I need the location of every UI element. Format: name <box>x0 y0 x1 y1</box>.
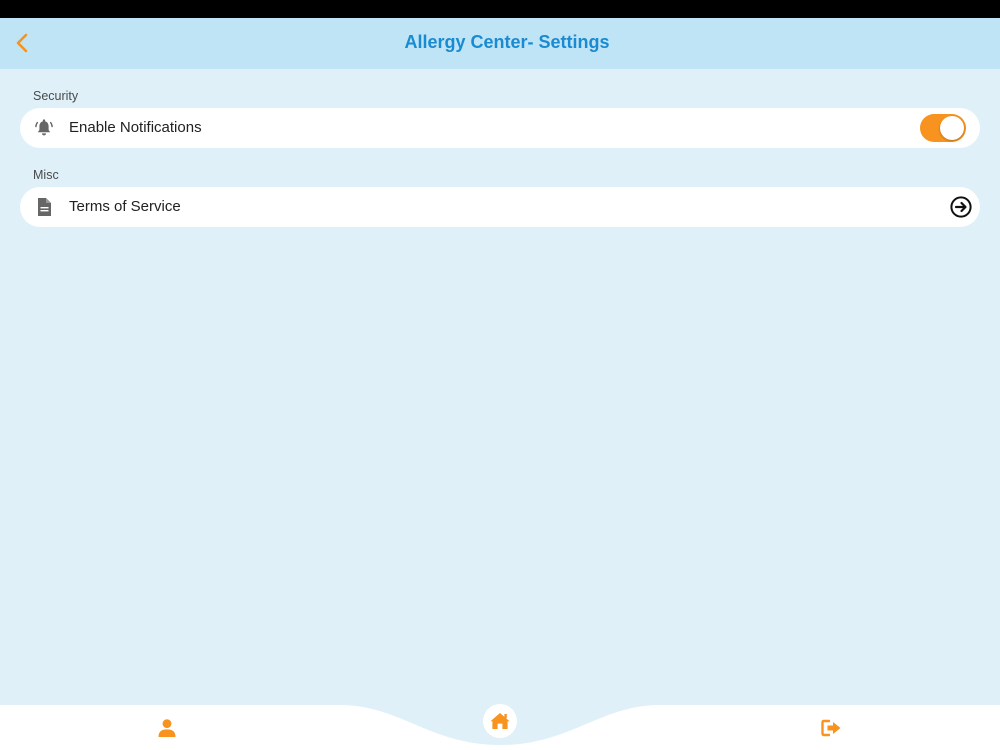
section-label-security: Security <box>33 89 79 103</box>
navigation-bar: Allergy Center- Settings <box>0 18 1000 69</box>
tab-profile[interactable] <box>154 716 180 740</box>
settings-row-enable-notifications: Enable Notifications <box>20 108 980 148</box>
terms-of-service-label: Terms of Service <box>69 198 181 215</box>
toggle-knob <box>940 116 964 140</box>
settings-row-terms-of-service[interactable]: Terms of Service <box>20 187 980 227</box>
tab-logout[interactable] <box>819 716 845 740</box>
home-icon <box>490 713 510 729</box>
enable-notifications-label: Enable Notifications <box>69 119 202 136</box>
user-icon <box>158 719 176 737</box>
page-title: Allergy Center- Settings <box>404 32 610 52</box>
section-label-misc: Misc <box>33 168 59 182</box>
bell-icon <box>34 118 54 138</box>
tab-bar <box>0 700 1000 750</box>
status-bar <box>0 0 1000 18</box>
sign-out-icon <box>821 719 841 737</box>
arrow-right-circle-icon[interactable] <box>950 196 972 218</box>
document-icon <box>34 197 54 217</box>
enable-notifications-toggle[interactable] <box>920 114 966 142</box>
tab-home[interactable] <box>483 704 517 738</box>
